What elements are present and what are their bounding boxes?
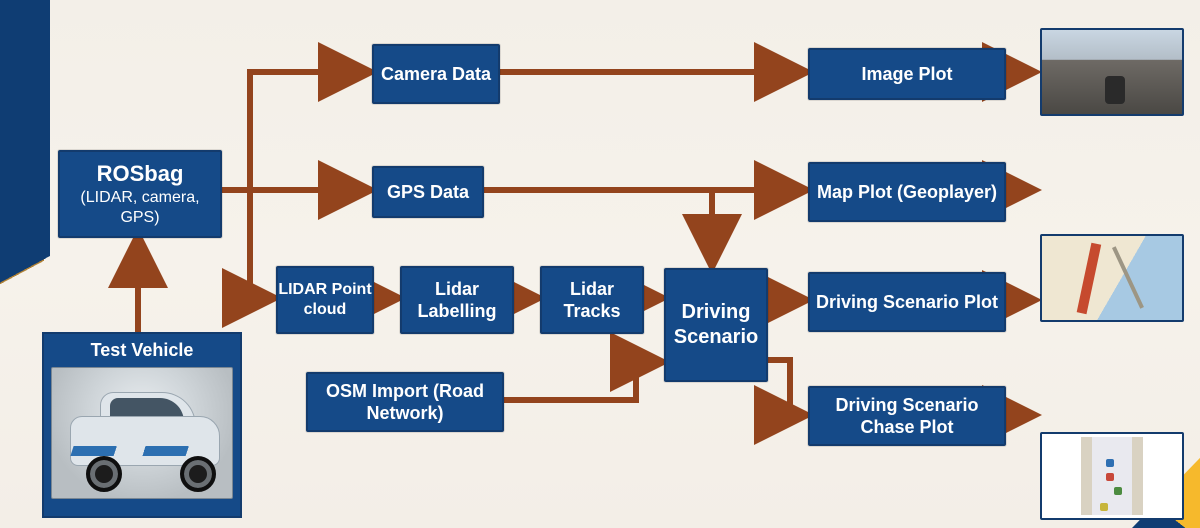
node-lidar-tracks: Lidar Tracks <box>540 266 644 334</box>
node-image-plot: Image Plot <box>808 48 1006 100</box>
node-driving-scenario: Driving Scenario <box>664 268 768 382</box>
node-camera-data: Camera Data <box>372 44 500 104</box>
thumb-image-plot <box>1040 28 1184 116</box>
node-driving-scenario-chase-plot: Driving Scenario Chase Plot <box>808 386 1006 446</box>
node-gps-data: GPS Data <box>372 166 484 218</box>
rosbag-subtitle: (LIDAR, camera, GPS) <box>60 188 220 228</box>
test-vehicle-image <box>51 367 233 499</box>
test-vehicle-label: Test Vehicle <box>44 340 240 361</box>
node-test-vehicle: Test Vehicle <box>42 332 242 518</box>
diagram-stage: ROSbag (LIDAR, camera, GPS) Test Vehicle… <box>0 0 1200 528</box>
thumb-map-plot <box>1040 234 1184 322</box>
node-lidar-point-cloud: LIDAR Point cloud <box>276 266 374 334</box>
node-rosbag: ROSbag (LIDAR, camera, GPS) <box>58 150 222 238</box>
node-map-plot: Map Plot (Geoplayer) <box>808 162 1006 222</box>
thumb-scenario-plot <box>1040 432 1184 520</box>
rosbag-title: ROSbag <box>97 160 184 188</box>
node-lidar-labelling: Lidar Labelling <box>400 266 514 334</box>
node-osm-import: OSM Import (Road Network) <box>306 372 504 432</box>
node-driving-scenario-plot: Driving Scenario Plot <box>808 272 1006 332</box>
